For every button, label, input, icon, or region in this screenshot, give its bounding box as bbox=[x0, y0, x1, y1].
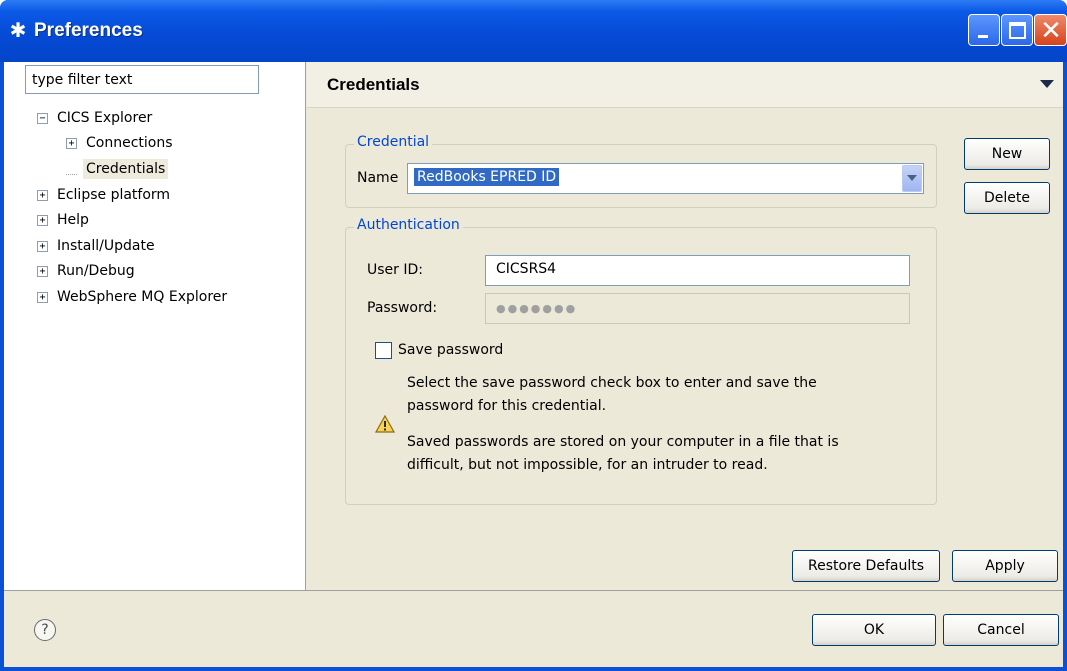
title-bar[interactable]: ✱ Preferences ✕ bbox=[0, 0, 1067, 62]
tree-item-label: Credentials bbox=[83, 159, 169, 179]
tree-item-label: Connections bbox=[86, 135, 173, 151]
maximize-icon bbox=[1009, 22, 1026, 39]
chevron-down-icon bbox=[907, 175, 917, 181]
user-id-label: User ID: bbox=[367, 262, 423, 278]
restore-defaults-button[interactable]: Restore Defaults bbox=[792, 550, 940, 582]
warning-text-line1: Saved passwords are stored on your compu… bbox=[407, 434, 839, 450]
user-id-field[interactable]: CICSRS4 bbox=[485, 255, 910, 286]
preferences-nav-pane: − CICS Explorer + Connections Credential… bbox=[4, 62, 306, 590]
close-icon: ✕ bbox=[1040, 16, 1062, 46]
collapse-icon[interactable]: − bbox=[37, 112, 48, 124]
expand-icon[interactable]: + bbox=[37, 214, 48, 226]
authentication-group-legend: Authentication bbox=[354, 217, 463, 233]
tree-item-eclipse-platform[interactable]: + Eclipse platform bbox=[37, 183, 173, 207]
save-password-label[interactable]: Save password bbox=[398, 342, 503, 358]
combo-dropdown-button[interactable] bbox=[902, 165, 922, 192]
dialog-client-area: − CICS Explorer + Connections Credential… bbox=[4, 62, 1063, 667]
expand-icon[interactable]: + bbox=[37, 240, 48, 252]
minimize-icon bbox=[978, 35, 988, 38]
credential-group-legend: Credential bbox=[354, 134, 433, 150]
close-button[interactable]: ✕ bbox=[1034, 14, 1067, 46]
name-label: Name bbox=[357, 170, 399, 186]
filter-input[interactable] bbox=[25, 65, 259, 94]
expand-icon[interactable]: + bbox=[37, 291, 48, 303]
tree-item-label: CICS Explorer bbox=[57, 110, 153, 126]
tree-item-label: Run/Debug bbox=[57, 263, 135, 279]
save-password-checkbox[interactable] bbox=[375, 342, 392, 359]
expand-icon[interactable]: + bbox=[37, 189, 48, 201]
credential-name-value: RedBooks EPRED ID bbox=[414, 168, 560, 186]
ok-button[interactable]: OK bbox=[812, 614, 936, 646]
page-title: Credentials bbox=[327, 75, 420, 94]
page-header: Credentials bbox=[307, 62, 1063, 108]
tree-item-cics-explorer[interactable]: − CICS Explorer bbox=[37, 106, 155, 130]
preferences-window: ✱ Preferences ✕ − CICS Explorer + Con bbox=[0, 0, 1067, 671]
tree-item-label: Install/Update bbox=[57, 238, 155, 254]
view-menu-icon[interactable] bbox=[1040, 80, 1054, 88]
tree-item-label: Eclipse platform bbox=[57, 187, 171, 203]
cancel-button[interactable]: Cancel bbox=[943, 614, 1059, 646]
tree-item-credentials[interactable]: Credentials bbox=[66, 157, 169, 181]
tree-connector-line bbox=[66, 164, 77, 175]
tree-item-help[interactable]: + Help bbox=[37, 208, 92, 232]
password-label: Password: bbox=[367, 300, 438, 316]
new-button[interactable]: New bbox=[964, 138, 1050, 170]
password-field[interactable]: ●●●●●●● bbox=[485, 293, 910, 324]
window-title: Preferences bbox=[34, 20, 143, 41]
warning-text-line2: difficult, but not impossible, for an in… bbox=[407, 457, 768, 473]
tree-item-websphere-mq-explorer[interactable]: + WebSphere MQ Explorer bbox=[37, 285, 230, 309]
tree-item-install-update[interactable]: + Install/Update bbox=[37, 234, 158, 258]
apply-button[interactable]: Apply bbox=[952, 550, 1058, 582]
window-border-right bbox=[1063, 62, 1067, 671]
help-icon[interactable]: ? bbox=[34, 619, 56, 641]
delete-button[interactable]: Delete bbox=[964, 182, 1050, 214]
info-text-line2: password for this credential. bbox=[407, 398, 607, 414]
window-border-bottom bbox=[0, 667, 1067, 671]
credential-name-combo[interactable]: RedBooks EPRED ID bbox=[407, 163, 924, 194]
info-text-line1: Select the save password check box to en… bbox=[407, 375, 817, 391]
tree-item-connections[interactable]: + Connections bbox=[66, 131, 176, 155]
expand-icon[interactable]: + bbox=[37, 265, 48, 277]
maximize-button[interactable] bbox=[1001, 14, 1033, 46]
tree-item-label: WebSphere MQ Explorer bbox=[57, 289, 228, 305]
minimize-button[interactable] bbox=[968, 14, 1000, 46]
tree-item-label: Help bbox=[57, 212, 89, 228]
warning-icon bbox=[375, 415, 395, 433]
tree-item-run-debug[interactable]: + Run/Debug bbox=[37, 259, 138, 283]
expand-icon[interactable]: + bbox=[66, 137, 77, 149]
preference-page: Credentials Credential Name RedBooks EPR… bbox=[307, 62, 1063, 590]
gear-icon: ✱ bbox=[9, 18, 27, 42]
